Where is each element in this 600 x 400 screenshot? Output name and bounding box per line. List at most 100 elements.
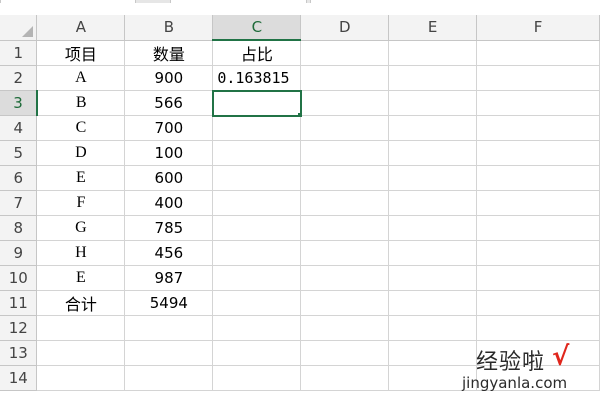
row-header-2[interactable]: 2 (0, 65, 38, 91)
cell-a4[interactable]: C (36, 115, 126, 141)
cell-f9[interactable] (476, 240, 600, 266)
cell-c10[interactable] (212, 265, 302, 291)
cell-d10[interactable] (300, 265, 390, 291)
cell-b12[interactable] (124, 315, 214, 341)
cell-f5[interactable] (476, 140, 600, 166)
cell-f8[interactable] (476, 215, 600, 241)
column-header-d[interactable]: D (300, 15, 390, 41)
cell-b10[interactable]: 987 (124, 265, 214, 291)
row-header-1[interactable]: 1 (0, 40, 38, 66)
cell-a12[interactable] (36, 315, 126, 341)
row-header-7[interactable]: 7 (0, 190, 38, 216)
cell-f3[interactable] (476, 90, 600, 116)
row-header-10[interactable]: 10 (0, 265, 38, 291)
column-header-b[interactable]: B (124, 15, 214, 41)
cell-d2[interactable] (300, 65, 390, 91)
row-header-6[interactable]: 6 (0, 165, 38, 191)
cell-e11[interactable] (388, 290, 478, 316)
cell-a5[interactable]: D (36, 140, 126, 166)
cell-d11[interactable] (300, 290, 390, 316)
cell-d3[interactable] (300, 90, 390, 116)
select-all-corner[interactable] (0, 15, 38, 41)
cell-e8[interactable] (388, 215, 478, 241)
cell-a3[interactable]: B (36, 90, 126, 116)
cell-c11[interactable] (212, 290, 302, 316)
cell-e2[interactable] (388, 65, 478, 91)
cell-f10[interactable] (476, 265, 600, 291)
fill-handle[interactable] (296, 111, 299, 114)
row-header-11[interactable]: 11 (0, 290, 38, 316)
cell-d12[interactable] (300, 315, 390, 341)
cell-b5[interactable]: 100 (124, 140, 214, 166)
cell-e1[interactable] (388, 40, 478, 66)
cell-d5[interactable] (300, 140, 390, 166)
cell-e7[interactable] (388, 190, 478, 216)
cell-d9[interactable] (300, 240, 390, 266)
cell-c7[interactable] (212, 190, 302, 216)
row-header-14[interactable]: 14 (0, 365, 38, 391)
cell-e5[interactable] (388, 140, 478, 166)
cell-c6[interactable] (212, 165, 302, 191)
cell-b2[interactable]: 900 (124, 65, 214, 91)
cell-b8[interactable]: 785 (124, 215, 214, 241)
cell-e12[interactable] (388, 315, 478, 341)
cell-a11[interactable]: 合计 (36, 290, 126, 316)
column-header-f[interactable]: F (476, 15, 600, 41)
cell-c12[interactable] (212, 315, 302, 341)
cell-b11[interactable]: 5494 (124, 290, 214, 316)
cell-b1[interactable]: 数量 (124, 40, 214, 66)
cell-a9[interactable]: H (36, 240, 126, 266)
cell-c9[interactable] (212, 240, 302, 266)
cell-d7[interactable] (300, 190, 390, 216)
cell-a2[interactable]: A (36, 65, 126, 91)
cell-c13[interactable] (212, 340, 302, 366)
cell-b14[interactable] (124, 365, 214, 391)
cell-d1[interactable] (300, 40, 390, 66)
cell-d13[interactable] (300, 340, 390, 366)
cell-f4[interactable] (476, 115, 600, 141)
cell-c1[interactable]: 占比 (212, 40, 302, 66)
row-header-13[interactable]: 13 (0, 340, 38, 366)
cell-a10[interactable]: E (36, 265, 126, 291)
column-header-c[interactable]: C (212, 15, 302, 41)
cell-f11[interactable] (476, 290, 600, 316)
cell-e4[interactable] (388, 115, 478, 141)
cell-c5[interactable] (212, 140, 302, 166)
cell-f1[interactable] (476, 40, 600, 66)
cell-f12[interactable] (476, 315, 600, 341)
cell-c8[interactable] (212, 215, 302, 241)
cell-b13[interactable] (124, 340, 214, 366)
row-header-3[interactable]: 3 (0, 90, 38, 116)
cell-d6[interactable] (300, 165, 390, 191)
cell-f6[interactable] (476, 165, 600, 191)
cell-c2[interactable]: 0.163815 (212, 65, 302, 91)
cell-d14[interactable] (300, 365, 390, 391)
column-header-a[interactable]: A (36, 15, 126, 41)
cell-b3[interactable]: 566 (124, 90, 214, 116)
cell-a6[interactable]: E (36, 165, 126, 191)
row-header-4[interactable]: 4 (0, 115, 38, 141)
active-cell-c3[interactable] (211, 89, 302, 117)
cell-a8[interactable]: G (36, 215, 126, 241)
cell-c14[interactable] (212, 365, 302, 391)
cell-a1[interactable]: 项目 (36, 40, 126, 66)
cell-a14[interactable] (36, 365, 126, 391)
row-header-9[interactable]: 9 (0, 240, 38, 266)
cell-d8[interactable] (300, 215, 390, 241)
column-header-e[interactable]: E (388, 15, 478, 41)
cell-e3[interactable] (388, 90, 478, 116)
row-header-12[interactable]: 12 (0, 315, 38, 341)
cell-b7[interactable]: 400 (124, 190, 214, 216)
cell-e6[interactable] (388, 165, 478, 191)
cell-b6[interactable]: 600 (124, 165, 214, 191)
cell-b9[interactable]: 456 (124, 240, 214, 266)
row-header-5[interactable]: 5 (0, 140, 38, 166)
cell-e10[interactable] (388, 265, 478, 291)
cell-e9[interactable] (388, 240, 478, 266)
row-header-8[interactable]: 8 (0, 215, 38, 241)
cell-b4[interactable]: 700 (124, 115, 214, 141)
cell-f2[interactable] (476, 65, 600, 91)
cell-c4[interactable] (212, 115, 302, 141)
cell-a13[interactable] (36, 340, 126, 366)
cell-d4[interactable] (300, 115, 390, 141)
